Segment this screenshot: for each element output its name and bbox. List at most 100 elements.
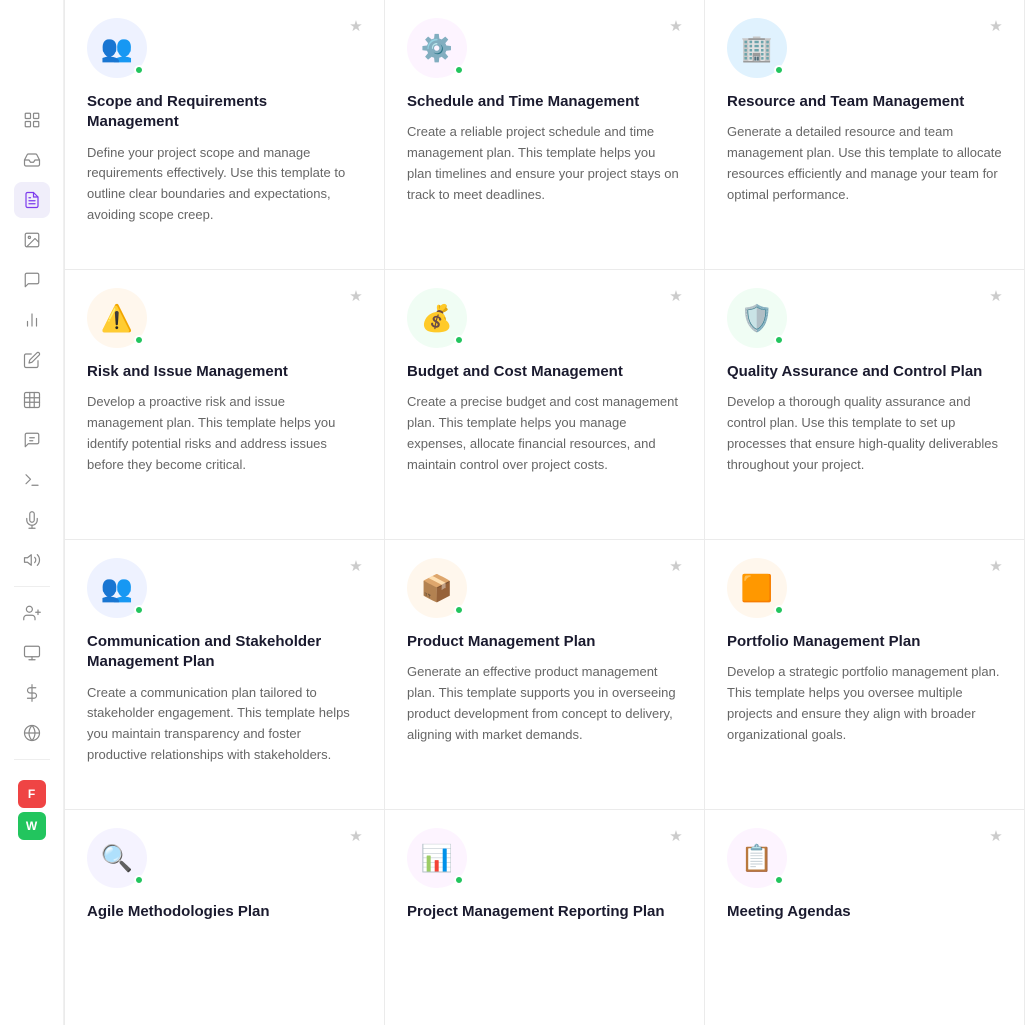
cards-grid: ★ 👥 Scope and Requirements Management De… (64, 0, 1025, 1025)
card-title: Resource and Team Management (727, 92, 1002, 112)
status-dot (454, 605, 464, 615)
bar-chart-nav-icon[interactable] (14, 302, 50, 338)
card-budget[interactable]: ★ 💰 Budget and Cost Management Create a … (385, 270, 705, 540)
grid-icon[interactable] (14, 102, 50, 138)
card-icon-wrap: 🏢 (727, 18, 787, 78)
card-quality[interactable]: ★ 🛡️ Quality Assurance and Control Plan … (705, 270, 1025, 540)
card-icon: 👥 (101, 575, 133, 601)
status-dot (454, 335, 464, 345)
card-icon: 🛡️ (741, 305, 773, 331)
inbox-icon[interactable] (14, 142, 50, 178)
card-schedule[interactable]: ★ ⚙️ Schedule and Time Management Create… (385, 0, 705, 270)
card-description: Generate an effective product management… (407, 662, 682, 745)
card-icon: 🔍 (101, 845, 133, 871)
edit-icon[interactable] (14, 342, 50, 378)
card-icon: 📋 (741, 845, 773, 871)
dollar-icon[interactable] (14, 675, 50, 711)
mic-icon[interactable] (14, 502, 50, 538)
status-dot (134, 605, 144, 615)
card-icon-wrap: ⚠️ (87, 288, 147, 348)
star-button[interactable]: ★ (984, 284, 1008, 308)
card-portfolio[interactable]: ★ 🟧 Portfolio Management Plan Develop a … (705, 540, 1025, 810)
card-icon-wrap: 🛡️ (727, 288, 787, 348)
card-icon: 📦 (421, 575, 453, 601)
card-title: Portfolio Management Plan (727, 632, 1002, 652)
status-dot (454, 875, 464, 885)
card-title: Meeting Agendas (727, 902, 1002, 922)
status-dot (134, 335, 144, 345)
card-icon-wrap: 💰 (407, 288, 467, 348)
star-button[interactable]: ★ (344, 284, 368, 308)
card-icon-wrap: 👥 (87, 18, 147, 78)
card-resource[interactable]: ★ 🏢 Resource and Team Management Generat… (705, 0, 1025, 270)
card-description: Develop a strategic portfolio management… (727, 662, 1002, 745)
terminal-icon[interactable] (14, 462, 50, 498)
card-icon: ⚙️ (421, 35, 453, 61)
star-button[interactable]: ★ (984, 824, 1008, 848)
card-description: Generate a detailed resource and team ma… (727, 122, 1002, 205)
status-dot (774, 335, 784, 345)
main-content: ★ 👥 Scope and Requirements Management De… (64, 0, 1025, 1025)
star-button[interactable]: ★ (344, 824, 368, 848)
status-dot (134, 875, 144, 885)
link-avatar-f[interactable]: F (18, 780, 46, 808)
star-button[interactable]: ★ (344, 14, 368, 38)
star-button[interactable]: ★ (664, 284, 688, 308)
card-description: Create a reliable project schedule and t… (407, 122, 682, 205)
star-button[interactable]: ★ (664, 824, 688, 848)
card-title: Risk and Issue Management (87, 362, 362, 382)
card-title: Communication and Stakeholder Management… (87, 632, 362, 673)
app-logo[interactable] (12, 10, 52, 42)
card-icon-wrap: 📦 (407, 558, 467, 618)
card-icon: 👥 (101, 35, 133, 61)
card-title: Project Management Reporting Plan (407, 902, 682, 922)
card-icon: 🟧 (741, 575, 773, 601)
card-reporting[interactable]: ★ 📊 Project Management Reporting Plan (385, 810, 705, 1025)
chat-icon[interactable] (14, 262, 50, 298)
divider-2 (14, 759, 50, 760)
card-icon-wrap: 👥 (87, 558, 147, 618)
status-dot (454, 65, 464, 75)
card-icon-wrap: 🟧 (727, 558, 787, 618)
document-icon[interactable] (14, 182, 50, 218)
card-risk[interactable]: ★ ⚠️ Risk and Issue Management Develop a… (65, 270, 385, 540)
status-dot (774, 605, 784, 615)
card-communication[interactable]: ★ 👥 Communication and Stakeholder Manage… (65, 540, 385, 810)
sidebar-collapse[interactable] (20, 54, 44, 78)
card-icon: 💰 (421, 305, 453, 331)
card-product[interactable]: ★ 📦 Product Management Plan Generate an … (385, 540, 705, 810)
card-title: Schedule and Time Management (407, 92, 682, 112)
card-title: Agile Methodologies Plan (87, 902, 362, 922)
status-dot (774, 65, 784, 75)
card-icon-wrap: 📋 (727, 828, 787, 888)
card-scope[interactable]: ★ 👥 Scope and Requirements Management De… (65, 0, 385, 270)
speaker-icon[interactable] (14, 542, 50, 578)
globe-icon[interactable] (14, 715, 50, 751)
comment-icon[interactable] (14, 422, 50, 458)
card-meetings[interactable]: ★ 📋 Meeting Agendas (705, 810, 1025, 1025)
card-description: Develop a thorough quality assurance and… (727, 392, 1002, 475)
status-dot (134, 65, 144, 75)
card-title: Quality Assurance and Control Plan (727, 362, 1002, 382)
card-description: Develop a proactive risk and issue manag… (87, 392, 362, 475)
card-icon-wrap: ⚙️ (407, 18, 467, 78)
card-agile[interactable]: ★ 🔍 Agile Methodologies Plan (65, 810, 385, 1025)
link-avatar-w[interactable]: W (18, 812, 46, 840)
sidebar: F W (0, 0, 64, 1025)
user-add-icon[interactable] (14, 595, 50, 631)
card-icon: ⚠️ (101, 305, 133, 331)
card-description: Define your project scope and manage req… (87, 143, 362, 226)
star-button[interactable]: ★ (664, 14, 688, 38)
image-icon[interactable] (14, 222, 50, 258)
card-icon: 📊 (421, 845, 453, 871)
star-button[interactable]: ★ (344, 554, 368, 578)
star-button[interactable]: ★ (984, 14, 1008, 38)
stats-icon[interactable] (14, 635, 50, 671)
card-title: Product Management Plan (407, 632, 682, 652)
star-button[interactable]: ★ (984, 554, 1008, 578)
gallery-icon[interactable] (14, 382, 50, 418)
star-button[interactable]: ★ (664, 554, 688, 578)
card-description: Create a precise budget and cost managem… (407, 392, 682, 475)
card-title: Scope and Requirements Management (87, 92, 362, 133)
card-title: Budget and Cost Management (407, 362, 682, 382)
